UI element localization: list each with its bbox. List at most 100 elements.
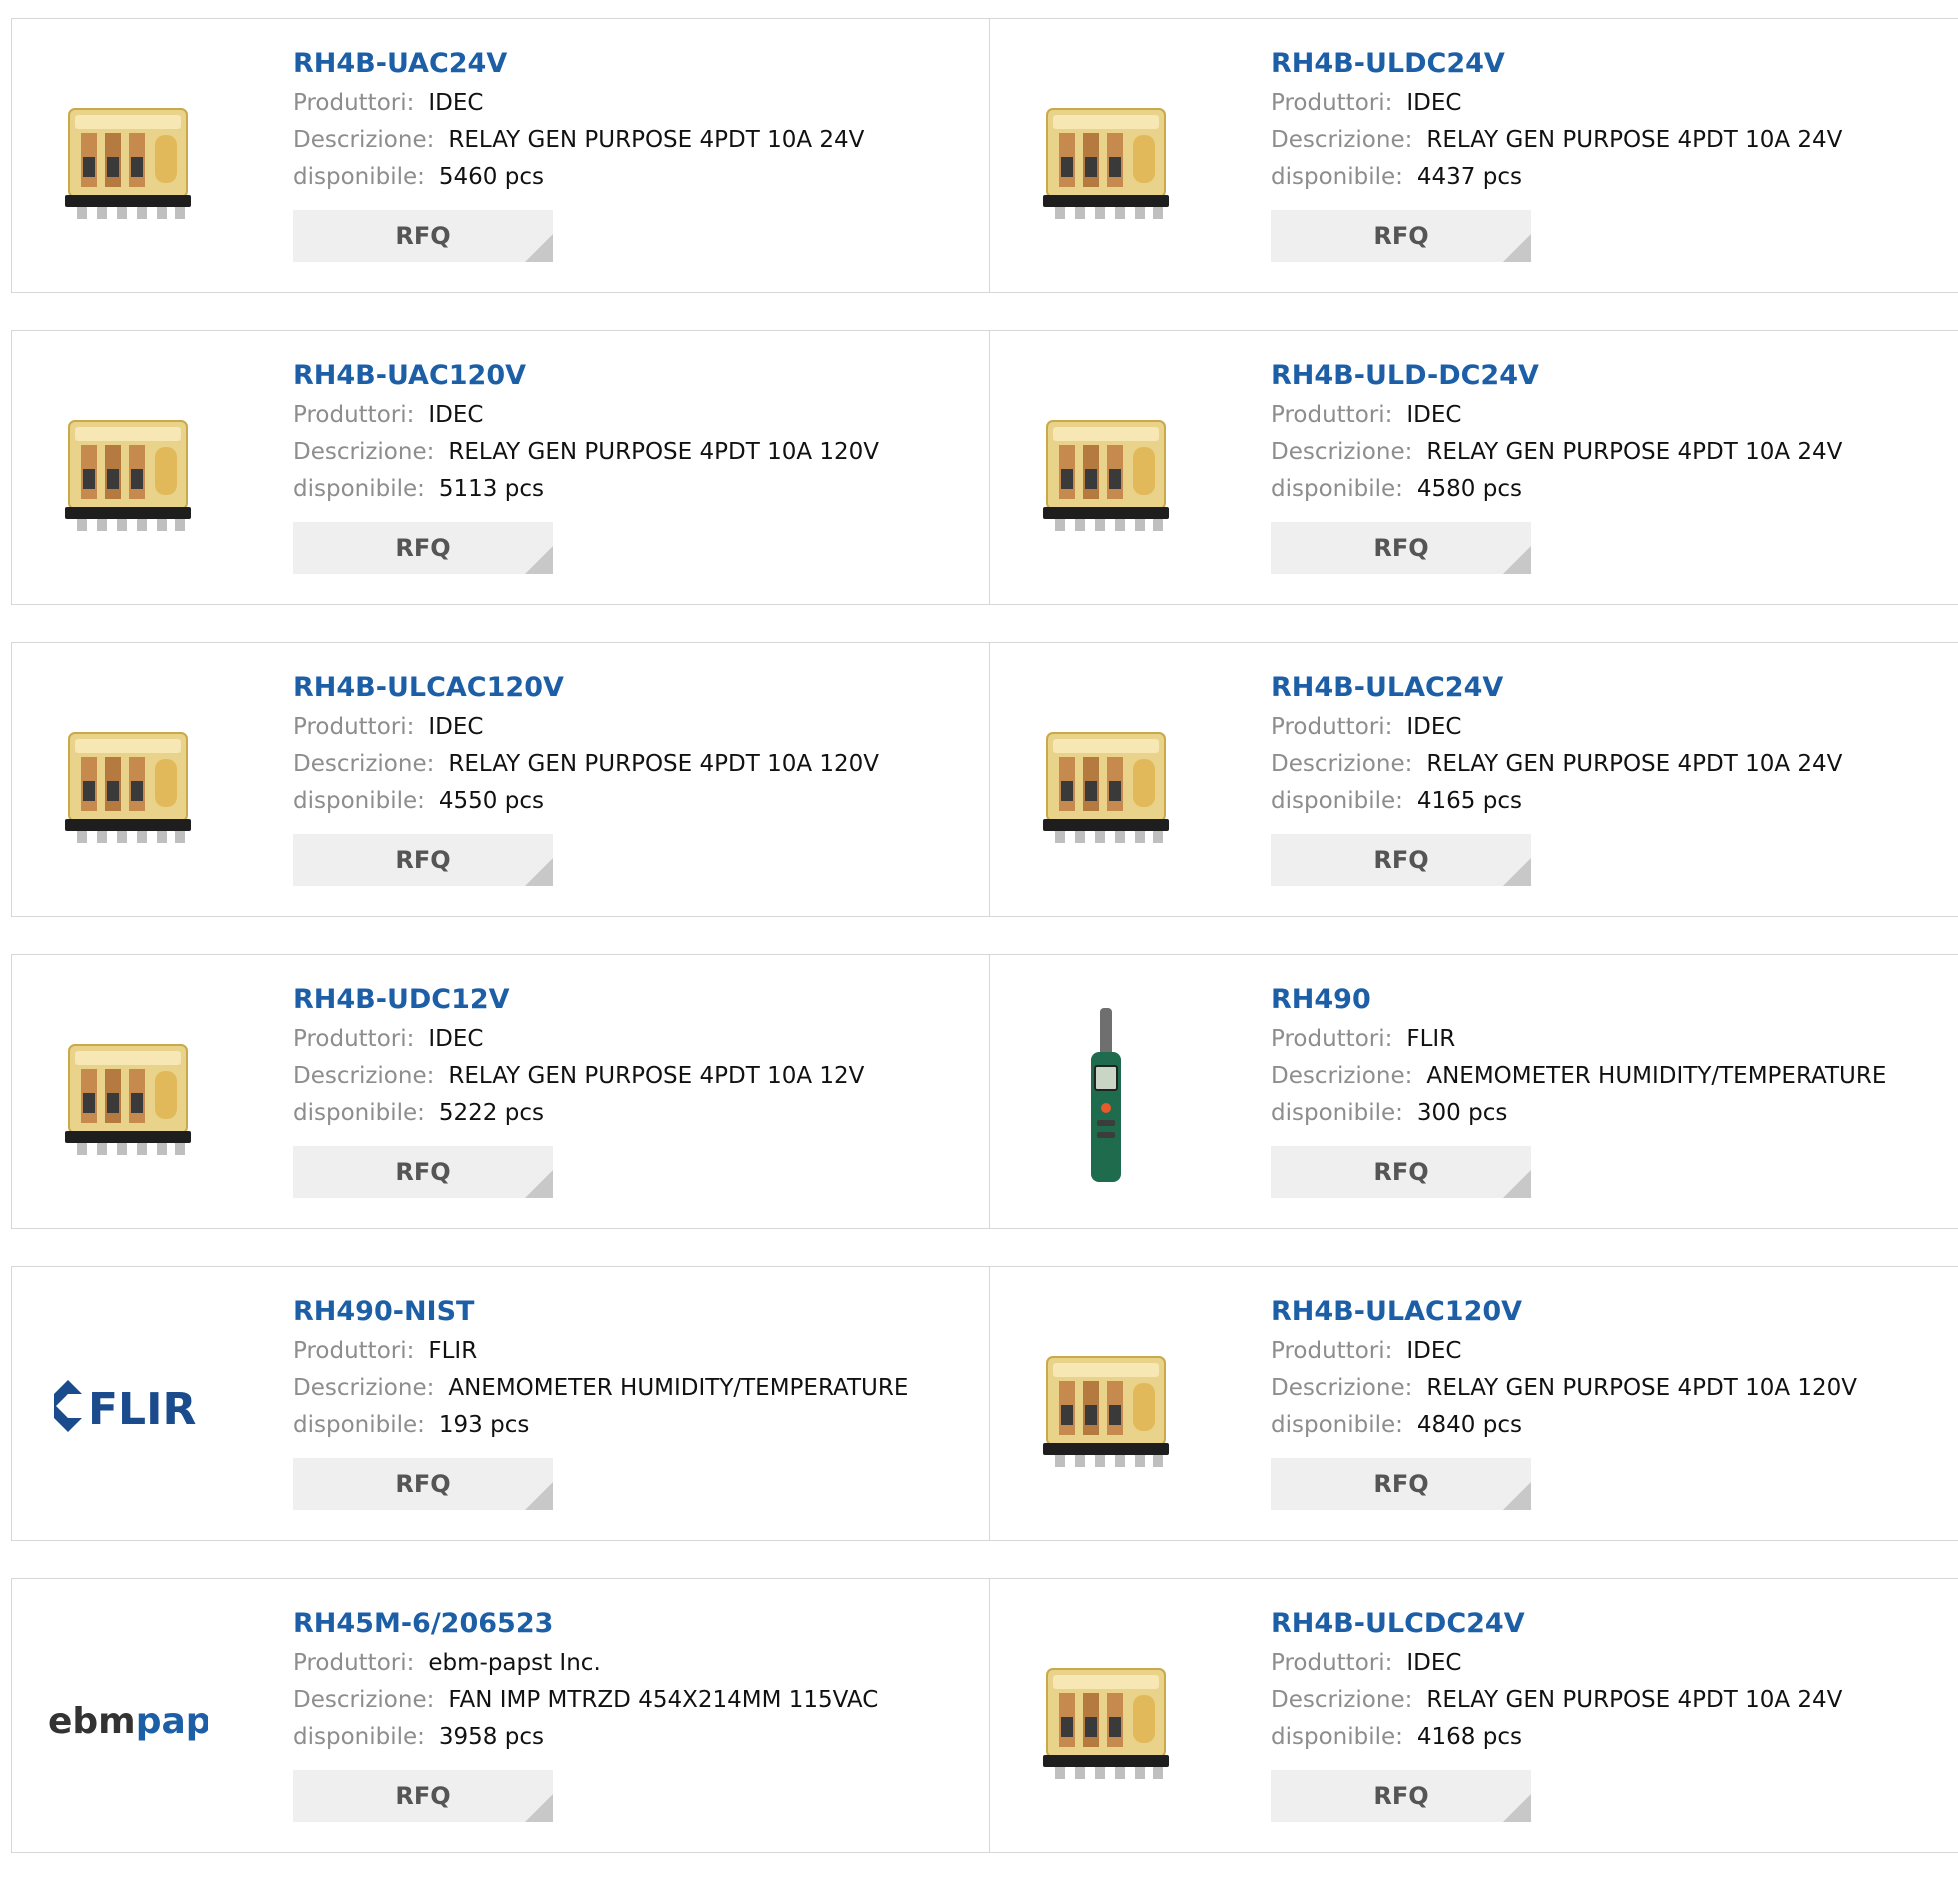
product-image[interactable]: FLIR <box>48 1327 208 1487</box>
availability-line: disponibile: 300 pcs <box>1271 1095 1886 1132</box>
relay-image <box>1043 1355 1169 1467</box>
part-number-link[interactable]: RH4B-UDC12V <box>293 983 864 1021</box>
manufacturer-value: IDEC <box>1406 402 1462 428</box>
manufacturer-value: FLIR <box>1406 1026 1456 1052</box>
description-value: RELAY GEN PURPOSE 4PDT 10A 24V <box>1426 751 1843 777</box>
part-number-link[interactable]: RH4B-ULCDC24V <box>1271 1607 1842 1645</box>
part-number-link[interactable]: RH4B-ULAC24V <box>1271 671 1842 709</box>
product-card: RH4B-ULCDC24V Produttori: IDEC Descrizion… <box>990 1578 1958 1853</box>
product-info: RH4B-ULD-DC24V Produttori: IDEC Descrizio… <box>1271 359 1842 574</box>
availability-label: disponibile: <box>293 164 425 190</box>
manufacturer-label: Produttori: <box>293 402 415 428</box>
product-card: FLIR RH490-NIST Produttori: FLIR Descrizi… <box>11 1266 990 1541</box>
manufacturer-value: IDEC <box>428 402 484 428</box>
availability-value: 4580 pcs <box>1416 476 1522 502</box>
part-number-link[interactable]: RH4B-ULAC120V <box>1271 1295 1857 1333</box>
rfq-button[interactable]: RFQ <box>1271 834 1531 886</box>
product-image[interactable] <box>1026 79 1186 239</box>
availability-label: disponibile: <box>1271 1412 1403 1438</box>
description-line: Descrizione: RELAY GEN PURPOSE 4PDT 10A 2… <box>1271 434 1842 471</box>
product-card: RH4B-UAC120V Produttori: IDEC Descrizione… <box>11 330 990 605</box>
availability-value: 5222 pcs <box>438 1100 544 1126</box>
flir-logo: FLIR <box>54 1380 196 1435</box>
description-line: Descrizione: RELAY GEN PURPOSE 4PDT 10A 2… <box>1271 1682 1842 1719</box>
manufacturer-line: Produttori: IDEC <box>1271 1333 1857 1370</box>
availability-line: disponibile: 4165 pcs <box>1271 783 1842 820</box>
part-number-link[interactable]: RH4B-UAC24V <box>293 47 864 85</box>
product-info: RH4B-UAC24V Produttori: IDEC Descrizione:… <box>293 47 864 262</box>
product-image[interactable] <box>48 391 208 551</box>
relay-image <box>65 419 191 531</box>
availability-label: disponibile: <box>1271 1724 1403 1750</box>
relay-image <box>1043 731 1169 843</box>
part-number-link[interactable]: RH4B-UAC120V <box>293 359 879 397</box>
description-label: Descrizione: <box>1271 1375 1413 1401</box>
rfq-corner-decoration <box>525 234 553 262</box>
rfq-label: RFQ <box>395 846 451 874</box>
manufacturer-label: Produttori: <box>293 1338 415 1364</box>
availability-line: disponibile: 3958 pcs <box>293 1719 878 1756</box>
product-image[interactable] <box>48 1015 208 1175</box>
manufacturer-line: Produttori: IDEC <box>293 397 879 434</box>
relay-image <box>1043 419 1169 531</box>
rfq-button[interactable]: RFQ <box>293 834 553 886</box>
rfq-button[interactable]: RFQ <box>293 1146 553 1198</box>
manufacturer-value: ebm-papst Inc. <box>428 1650 601 1676</box>
part-number-link[interactable]: RH4B-ULDC24V <box>1271 47 1842 85</box>
product-image[interactable] <box>48 703 208 863</box>
product-image[interactable] <box>1026 1639 1186 1799</box>
rfq-corner-decoration <box>1503 1482 1531 1510</box>
availability-value: 300 pcs <box>1416 1100 1508 1126</box>
description-label: Descrizione: <box>1271 1063 1413 1089</box>
availability-line: disponibile: 4168 pcs <box>1271 1719 1842 1756</box>
manufacturer-value: IDEC <box>1406 1338 1462 1364</box>
part-number-link[interactable]: RH45M-6/206523 <box>293 1607 878 1645</box>
rfq-label: RFQ <box>1373 1782 1429 1810</box>
rfq-button[interactable]: RFQ <box>1271 1770 1531 1822</box>
description-value: ANEMOMETER HUMIDITY/TEMPERATURE <box>1426 1063 1887 1089</box>
part-number-link[interactable]: RH4B-ULCAC120V <box>293 671 879 709</box>
rfq-corner-decoration <box>1503 858 1531 886</box>
rfq-button[interactable]: RFQ <box>1271 522 1531 574</box>
product-image[interactable]: ebmpapst <box>48 1639 208 1799</box>
product-image[interactable] <box>1026 391 1186 551</box>
rfq-button[interactable]: RFQ <box>293 210 553 262</box>
product-info: RH4B-ULDC24V Produttori: IDEC Descrizione… <box>1271 47 1842 262</box>
rfq-button[interactable]: RFQ <box>293 1458 553 1510</box>
availability-label: disponibile: <box>293 1100 425 1126</box>
availability-value: 4168 pcs <box>1416 1724 1522 1750</box>
part-number-link[interactable]: RH4B-ULD-DC24V <box>1271 359 1842 397</box>
description-label: Descrizione: <box>293 1063 435 1089</box>
manufacturer-label: Produttori: <box>293 1650 415 1676</box>
rfq-button[interactable]: RFQ <box>1271 210 1531 262</box>
description-value: RELAY GEN PURPOSE 4PDT 10A 24V <box>1426 1687 1843 1713</box>
rfq-button[interactable]: RFQ <box>1271 1458 1531 1510</box>
description-label: Descrizione: <box>293 1375 435 1401</box>
description-value: FAN IMP MTRZD 454X214MM 115VAC <box>448 1687 879 1713</box>
description-line: Descrizione: ANEMOMETER HUMIDITY/TEMPERAT… <box>1271 1058 1886 1095</box>
product-card: RH4B-ULCAC120V Produttori: IDEC Descrizio… <box>11 642 990 917</box>
description-line: Descrizione: RELAY GEN PURPOSE 4PDT 10A 2… <box>293 122 864 159</box>
rfq-button[interactable]: RFQ <box>293 522 553 574</box>
relay-image <box>65 731 191 843</box>
rfq-button[interactable]: RFQ <box>1271 1146 1531 1198</box>
description-line: Descrizione: FAN IMP MTRZD 454X214MM 115V… <box>293 1682 878 1719</box>
manufacturer-label: Produttori: <box>293 714 415 740</box>
manufacturer-line: Produttori: FLIR <box>293 1333 908 1370</box>
availability-value: 4437 pcs <box>1416 164 1522 190</box>
product-image[interactable] <box>48 79 208 239</box>
part-number-link[interactable]: RH490-NIST <box>293 1295 908 1333</box>
product-image[interactable] <box>1026 1007 1186 1182</box>
product-image[interactable] <box>1026 703 1186 863</box>
manufacturer-line: Produttori: IDEC <box>1271 85 1842 122</box>
manufacturer-line: Produttori: IDEC <box>1271 397 1842 434</box>
description-value: RELAY GEN PURPOSE 4PDT 10A 120V <box>1426 1375 1858 1401</box>
rfq-button[interactable]: RFQ <box>293 1770 553 1822</box>
availability-line: disponibile: 5460 pcs <box>293 159 864 196</box>
product-card: RH4B-UAC24V Produttori: IDEC Descrizione:… <box>11 18 990 293</box>
rfq-label: RFQ <box>1373 534 1429 562</box>
part-number-link[interactable]: RH490 <box>1271 983 1886 1021</box>
manufacturer-label: Produttori: <box>293 1026 415 1052</box>
product-card: RH4B-ULAC120V Produttori: IDEC Descrizion… <box>990 1266 1958 1541</box>
product-image[interactable] <box>1026 1327 1186 1487</box>
